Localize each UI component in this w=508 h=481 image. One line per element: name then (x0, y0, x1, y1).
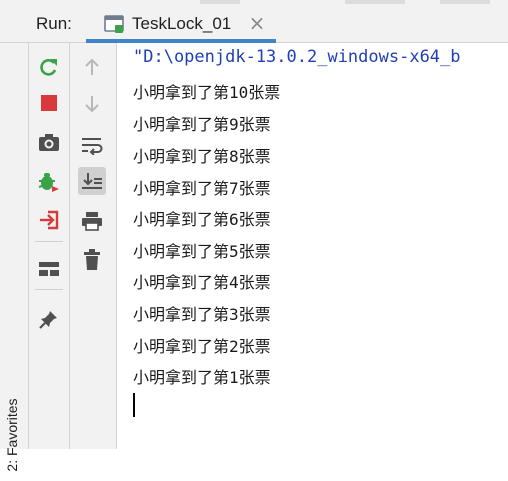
camera-icon (39, 134, 59, 151)
favorites-side-strip: 2: Favorites (0, 43, 29, 472)
run-tab[interactable]: TeskLock_01 × (86, 6, 276, 43)
favorites-tool-window-button[interactable]: 2: Favorites (4, 389, 24, 481)
close-tab-button[interactable]: × (247, 12, 267, 34)
application-run-icon (104, 15, 124, 33)
pin-tab-button[interactable] (35, 305, 63, 333)
text-caret (133, 393, 135, 417)
layout-button[interactable] (35, 255, 63, 283)
run-toolwindow-header: Run: TeskLock_01 × (0, 6, 508, 43)
run-label: Run: (36, 14, 72, 33)
next-occurrence-button[interactable] (78, 90, 106, 118)
soft-wrap-icon (82, 138, 103, 155)
run-toolbar-secondary (70, 43, 117, 449)
layout-icon (39, 262, 59, 276)
restore-breakpoints-button[interactable] (35, 168, 63, 196)
output-line: 小明拿到了第9张票 (133, 115, 271, 134)
debug-icon (38, 173, 59, 192)
print-button[interactable] (78, 207, 106, 235)
trash-icon (84, 249, 100, 270)
command-line: "D:\openjdk-13.0.2_windows-x64_b (133, 47, 461, 67)
scroll-to-end-icon (82, 173, 102, 189)
output-line: 小明拿到了第4张票 (133, 273, 271, 292)
stop-button[interactable] (35, 89, 63, 117)
output-line: 小明拿到了第5张票 (133, 242, 271, 261)
previous-occurrence-button[interactable] (78, 53, 106, 81)
console-output[interactable]: "D:\openjdk-13.0.2_windows-x64_b 小明拿到了第1… (117, 43, 508, 449)
arrow-up-icon (85, 58, 99, 75)
output-line: 小明拿到了第8张票 (133, 147, 271, 166)
output-line: 小明拿到了第3张票 (133, 305, 271, 324)
soft-wrap-button[interactable] (78, 131, 106, 159)
exit-icon (40, 210, 59, 230)
output-line: 小明拿到了第2张票 (133, 337, 271, 356)
output-line: 小明拿到了第1张票 (133, 368, 271, 387)
output-line: 小明拿到了第6张票 (133, 210, 271, 229)
pin-icon (39, 311, 57, 329)
scroll-to-end-button[interactable] (78, 167, 106, 195)
clear-all-button[interactable] (78, 246, 106, 274)
toolbar-separator (35, 241, 63, 242)
output-line: 小明拿到了第10张票 (133, 83, 281, 102)
dump-threads-button[interactable] (35, 129, 63, 157)
print-icon (82, 212, 102, 231)
run-tab-title: TeskLock_01 (132, 14, 232, 33)
arrow-down-icon (85, 96, 99, 113)
rerun-icon (40, 59, 57, 76)
rerun-button[interactable] (35, 53, 63, 81)
toolbar-separator (35, 289, 63, 290)
output-line: 小明拿到了第7张票 (133, 179, 271, 198)
exit-button[interactable] (35, 206, 63, 234)
run-toolbar-primary (29, 43, 70, 449)
stop-icon (41, 95, 57, 111)
